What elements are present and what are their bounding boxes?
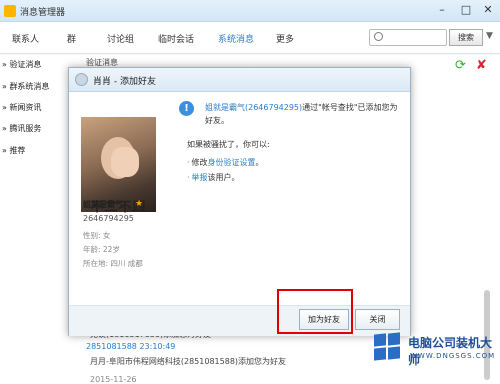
user-qq-number: 2646794295 xyxy=(83,214,134,223)
sidebar: » 验证消息 » 群系统消息 » 新闻资讯 » 腾讯服务 » 推荐 xyxy=(0,55,76,384)
watermark: 电脑公司装机大师 WWW.DNGSGS.COM xyxy=(368,320,500,384)
sidebar-item-recommend[interactable]: » 推荐 xyxy=(2,145,25,156)
sidebar-item-group-system[interactable]: » 群系统消息 xyxy=(2,81,49,92)
tab-more[interactable]: 更多 xyxy=(276,32,294,45)
minimize-icon[interactable]: – xyxy=(434,2,450,18)
sidebar-item-verification[interactable]: » 验证消息 xyxy=(2,59,41,70)
tab-contacts[interactable]: 联系人 xyxy=(12,32,39,45)
info-icon: ! xyxy=(179,101,194,116)
report-link[interactable]: 举报 xyxy=(192,173,208,182)
user-gender: 性别: 女 xyxy=(83,231,111,240)
tab-system-messages[interactable]: 系统消息 xyxy=(218,32,254,45)
avatar xyxy=(75,73,88,86)
app-icon xyxy=(4,5,16,17)
windows-logo-icon xyxy=(374,332,402,362)
hand-shape xyxy=(111,147,139,177)
dialog-title: 肖肖 - 添加好友 xyxy=(93,77,156,87)
window-title: 消息管理器 xyxy=(20,8,66,18)
star-icon: ★ xyxy=(135,199,144,209)
list-item: 月月-阜阳市伟程网络科技(2851081588)添加您为好友 xyxy=(90,357,287,366)
highlight-box xyxy=(277,289,353,334)
watermark-url: WWW.DNGSGS.COM xyxy=(410,352,496,360)
option-report: · 举报该用户。 xyxy=(187,173,240,182)
search-input[interactable] xyxy=(369,29,447,46)
notice-text: 姐就是霸气(2646794295)通过"帐号查找"已添加您为好友。 xyxy=(205,101,405,127)
user-location: 所在地: 四川 成都 xyxy=(83,259,143,268)
add-friend-dialog: 肖肖 - 添加好友 不二不四 姐就是霸气 ★ 2646794295 性别: 女 … xyxy=(68,67,411,336)
notice-user-link[interactable]: 姐就是霸气(2646794295) xyxy=(205,103,302,112)
user-age: 年龄: 22岁 xyxy=(83,245,120,254)
tab-temp-sessions[interactable]: 临时会话 xyxy=(158,32,194,45)
watermark-title: 电脑公司装机大师 xyxy=(408,336,493,367)
list-item-sender[interactable]: 2851081588 23:10:49 xyxy=(86,342,175,351)
dialog-title-bar: 肖肖 - 添加好友 xyxy=(69,68,410,92)
tab-discussions[interactable]: 讨论组 xyxy=(107,32,134,45)
identity-verification-link[interactable]: 身份验证设置 xyxy=(208,158,256,167)
option-modify-verification: · 修改身份验证设置。 xyxy=(187,158,264,167)
title-bar: 消息管理器 – □ ✕ xyxy=(0,0,500,22)
search-icon xyxy=(374,32,383,41)
maximize-icon[interactable]: □ xyxy=(458,2,474,18)
profile-photo[interactable]: 不二不四 xyxy=(81,117,156,215)
option-text: 该用户。 xyxy=(207,173,240,182)
refresh-icon[interactable]: ⟳ xyxy=(455,58,466,73)
option-text: 修改 xyxy=(191,158,208,167)
chevron-down-icon[interactable]: ▼ xyxy=(486,31,493,41)
close-icon[interactable]: ✕ xyxy=(480,2,496,18)
option-text: 。 xyxy=(255,158,264,167)
sidebar-item-news[interactable]: » 新闻资讯 xyxy=(2,102,41,113)
harassment-prompt: 如果被骚扰了，你可以: xyxy=(187,140,270,149)
tab-groups[interactable]: 群 xyxy=(67,32,76,45)
sidebar-item-tencent-service[interactable]: » 腾讯服务 xyxy=(2,123,41,134)
delete-icon[interactable]: ✘ xyxy=(476,58,487,73)
search-button[interactable]: 搜索 xyxy=(449,29,483,46)
list-item-date: 2015-11-26 xyxy=(90,375,137,384)
user-name[interactable]: 姐就是霸气 xyxy=(83,199,123,210)
